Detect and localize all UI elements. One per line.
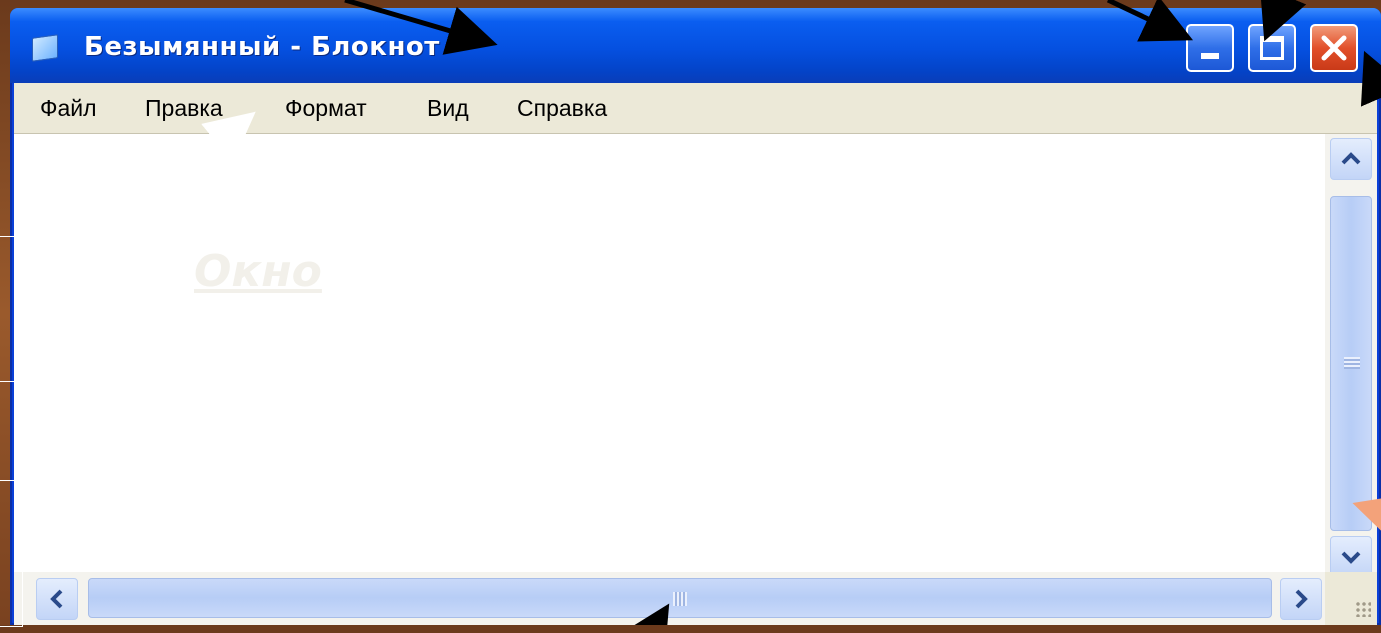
notepad-icon[interactable] [32,34,58,62]
chevron-left-icon [50,589,63,609]
scroll-grip-icon [673,592,687,606]
scroll-grip-icon [1344,357,1360,369]
scroll-left-button[interactable] [36,578,78,620]
close-icon [1321,35,1347,61]
menu-format[interactable]: Формат [285,95,367,122]
vertical-scroll-thumb[interactable] [1330,196,1372,531]
window-title: Безымянный - Блокнот [84,32,440,62]
scroll-up-button[interactable] [1330,138,1372,180]
resize-corner[interactable] [1325,572,1377,625]
menu-file[interactable]: Файл [40,95,97,122]
maximize-icon [1260,36,1284,60]
chevron-down-icon [1341,551,1361,564]
title-bar[interactable]: Безымянный - Блокнот [10,8,1381,83]
window-watermark-label: Окно [194,246,322,297]
close-button[interactable] [1310,24,1358,72]
annotation-bracket [0,236,23,382]
text-editor-area[interactable]: Окно [14,134,1325,572]
notepad-window: Безымянный - Блокнот Файл Правка Формат … [10,8,1381,625]
menu-view[interactable]: Вид [427,95,469,122]
minimize-icon [1201,53,1219,59]
menu-edit[interactable]: Правка [145,95,223,122]
maximize-button[interactable] [1248,24,1296,72]
menu-bar: Файл Правка Формат Вид Справка [14,83,1377,134]
scroll-right-button[interactable] [1280,578,1322,620]
annotation-bracket [0,480,23,627]
vertical-scrollbar[interactable] [1325,134,1377,578]
resize-grip-icon [1355,601,1371,617]
chevron-up-icon [1341,152,1361,165]
menu-help[interactable]: Справка [517,95,607,122]
chevron-right-icon [1295,589,1308,609]
horizontal-scrollbar[interactable] [14,572,1325,625]
minimize-button[interactable] [1186,24,1234,72]
horizontal-scroll-thumb[interactable] [88,578,1272,618]
